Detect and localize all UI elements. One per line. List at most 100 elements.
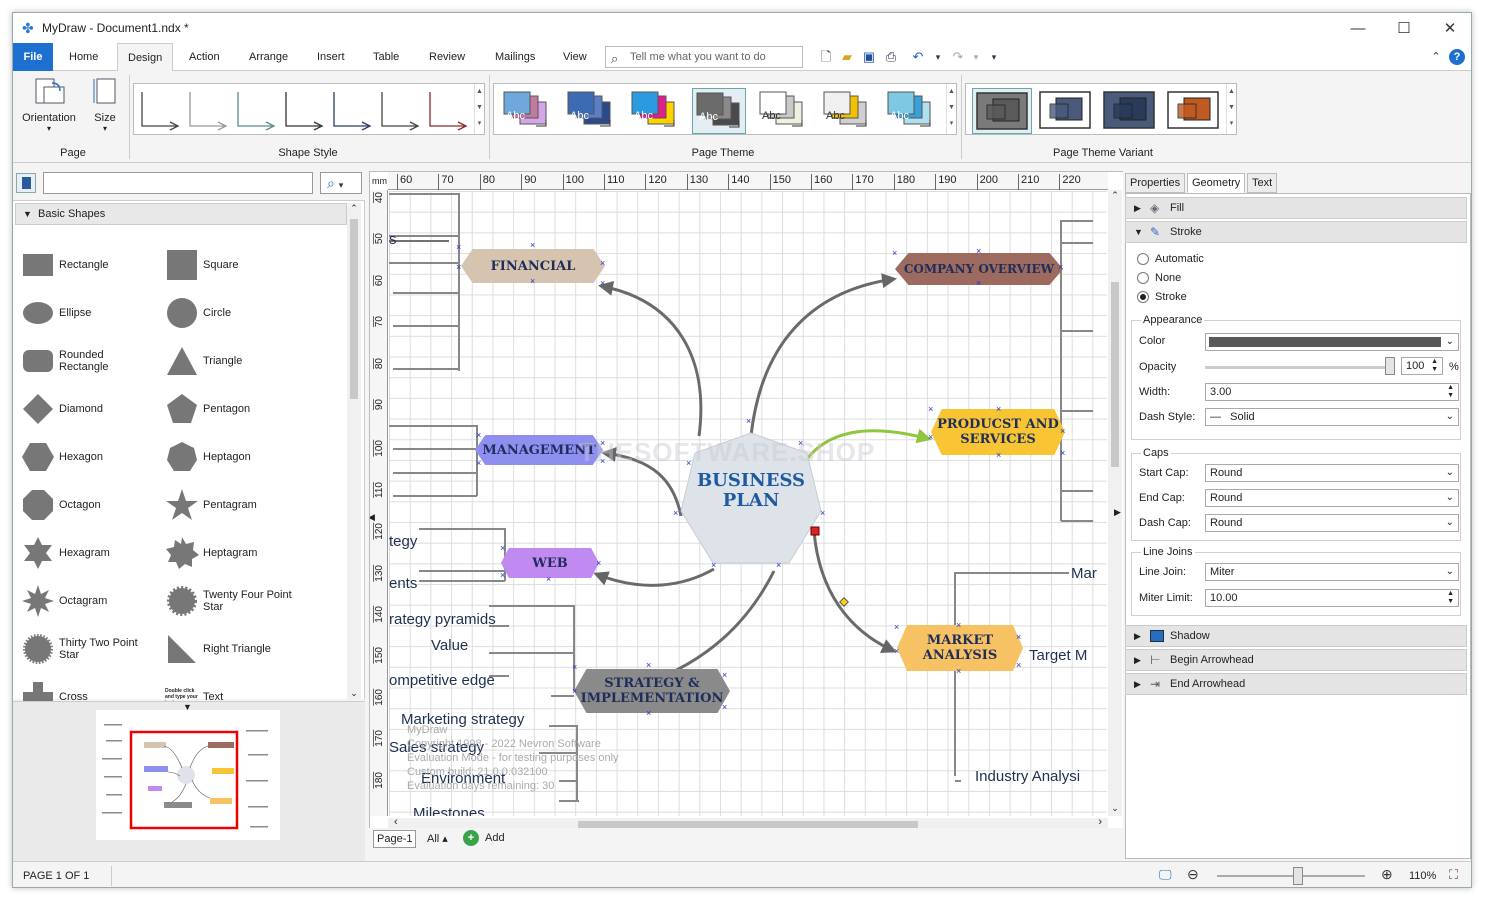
selection-handle[interactable]: × (894, 623, 899, 632)
selection-handle[interactable]: × (456, 263, 461, 272)
library-icon[interactable] (16, 173, 36, 193)
selection-handle[interactable]: × (500, 571, 505, 580)
help-icon[interactable]: ? (1449, 49, 1465, 65)
collapse-left-icon[interactable]: ◀ (370, 512, 375, 523)
selection-handle[interactable]: × (820, 509, 825, 518)
stroke-stroke-radio[interactable] (1137, 291, 1149, 303)
collapse-right-icon[interactable]: ▶ (1114, 507, 1121, 518)
start-cap-select[interactable]: Round ⌄ (1205, 464, 1459, 482)
end-arrowhead-section[interactable]: ▶ ⇥ End Arrowhead (1125, 673, 1467, 695)
node-products-services[interactable]: PRODUCST AND SERVICES (931, 409, 1065, 455)
search-button[interactable]: ⌕ ▾ (320, 172, 362, 194)
tell-me-input[interactable]: ⌕ Tell me what you want to do (605, 46, 803, 68)
selection-handle[interactable]: × (600, 279, 605, 288)
page-theme-option[interactable]: Abc (884, 88, 938, 134)
selection-handle[interactable]: × (500, 544, 505, 553)
selection-handle[interactable]: × (530, 277, 535, 286)
undo-icon[interactable]: ↶ (909, 46, 927, 68)
theme-gallery-scroll[interactable]: ▲ ▼ ▾ (946, 84, 956, 134)
selection-handle[interactable]: × (1016, 661, 1021, 670)
shape-item-diamond[interactable]: Diamond (21, 389, 161, 429)
text-label[interactable]: rategy pyramids (389, 611, 496, 628)
drawing-canvas[interactable]: mm 60 70 80 90 100 110 120 130 140 150 160 170 180 19… (369, 171, 1125, 851)
selection-handle[interactable]: × (600, 439, 605, 448)
selection-handle[interactable]: × (546, 575, 551, 584)
selection-handle[interactable]: × (956, 621, 961, 630)
tab-table[interactable]: Table (363, 43, 409, 71)
tab-action[interactable]: Action (179, 43, 230, 71)
page-preview[interactable]: ▼ (13, 701, 365, 861)
selection-handle[interactable]: × (530, 241, 535, 250)
shapes-category-header[interactable]: ▼ Basic Shapes (15, 203, 347, 225)
selection-handle[interactable]: × (1058, 263, 1063, 272)
shape-item-heptagram[interactable]: Heptagram (165, 533, 305, 573)
text-label[interactable]: ompetitive edge (389, 672, 495, 689)
shape-item-pentagram[interactable]: Pentagram (165, 485, 305, 525)
stroke-width-input[interactable]: 3.00 ▲ ▼ (1205, 383, 1459, 401)
customize-toolbar-icon[interactable]: ▾ (985, 46, 1003, 68)
stroke-color-picker[interactable]: ⌄ (1205, 333, 1459, 351)
stroke-automatic-radio[interactable] (1137, 253, 1149, 265)
page-theme-option[interactable]: Abc (500, 88, 554, 134)
selection-handle[interactable]: × (646, 709, 651, 718)
orientation-button[interactable]: Orientation ▾ (19, 77, 79, 133)
open-folder-icon[interactable]: ▰ (838, 46, 856, 68)
node-strategy[interactable]: STRATEGY & IMPLEMENTATION (574, 669, 730, 713)
selection-handle[interactable]: × (722, 703, 727, 712)
selection-handle[interactable]: × (646, 661, 651, 670)
selection-handle[interactable]: × (572, 663, 577, 672)
page-theme-option[interactable]: Abc (756, 88, 810, 134)
collapse-ribbon-icon[interactable]: ⌃ (1427, 46, 1445, 68)
tab-text[interactable]: Text (1247, 173, 1278, 193)
zoom-slider[interactable] (1293, 867, 1304, 885)
shape-item-rectangle[interactable]: Rectangle (21, 245, 161, 285)
dash-cap-select[interactable]: Round ⌄ (1205, 514, 1459, 532)
shape-item-ellipse[interactable]: Ellipse (21, 293, 161, 333)
undo-dropdown-icon[interactable]: ▾ (929, 46, 947, 68)
text-label[interactable]: s (389, 231, 397, 248)
selection-handle[interactable]: × (572, 687, 577, 696)
shape-item-right-triangle[interactable]: Right Triangle (165, 629, 305, 669)
page-theme-option[interactable]: Abc (820, 88, 874, 134)
selection-handle[interactable]: × (476, 459, 481, 468)
page-theme-option[interactable]: Abc (628, 88, 682, 134)
tab-insert[interactable]: Insert (307, 43, 355, 71)
tab-file[interactable]: File (13, 43, 53, 71)
center-node[interactable]: BUSINESS PLAN (681, 469, 821, 513)
opacity-spinner[interactable]: 100 ▲ ▼ (1401, 357, 1443, 375)
shape-search-input[interactable] (43, 172, 313, 194)
selection-handle[interactable]: × (722, 671, 727, 680)
selection-handle[interactable]: × (892, 249, 897, 258)
fill-section[interactable]: ▶ ◈ Fill (1125, 197, 1467, 219)
tab-design[interactable]: Design (117, 43, 174, 72)
theme-variant-option[interactable] (972, 88, 1032, 134)
selection-handle[interactable]: × (928, 405, 933, 414)
text-label[interactable]: Milestones (413, 805, 485, 816)
gallery-scroll[interactable]: ▲ ▼ ▾ (474, 84, 484, 134)
selection-handle[interactable]: × (476, 431, 481, 440)
theme-variant-option[interactable] (1036, 88, 1096, 134)
selection-handle[interactable]: × (600, 457, 605, 466)
page-theme-option[interactable]: Abc (692, 88, 746, 134)
shape-item-circle[interactable]: Circle (165, 293, 305, 333)
node-market-analysis[interactable]: MARKET ANALYSIS (897, 625, 1023, 671)
shape-item-hexagram[interactable]: Hexagram (21, 533, 161, 573)
theme-variant-option[interactable] (1100, 88, 1160, 134)
diagram-page[interactable]: BUSINESS PLAN FINANCIAL MANAGEMENT WEB S… (389, 191, 1107, 816)
selection-handle[interactable]: × (894, 647, 899, 656)
size-button[interactable]: Size ▾ (87, 77, 123, 133)
theme-variant-option[interactable] (1164, 88, 1224, 134)
shape-item-twenty-four-point-star[interactable]: Twenty Four Point Star (165, 581, 305, 621)
text-label[interactable]: ents (389, 575, 417, 592)
tab-home[interactable]: Home (59, 43, 108, 71)
selection-handle[interactable]: × (976, 247, 981, 256)
all-pages-button[interactable]: All ▴ (427, 832, 448, 845)
variant-gallery-scroll[interactable]: ▲ ▼ ▾ (1226, 84, 1236, 134)
selection-handle[interactable]: × (956, 667, 961, 676)
selection-handle[interactable]: × (673, 509, 678, 518)
selection-handle[interactable]: × (686, 459, 691, 468)
selection-handle[interactable]: × (1060, 449, 1065, 458)
selection-handle[interactable]: × (798, 439, 803, 448)
stroke-none-radio[interactable] (1137, 272, 1149, 284)
end-cap-select[interactable]: Round ⌄ (1205, 489, 1459, 507)
